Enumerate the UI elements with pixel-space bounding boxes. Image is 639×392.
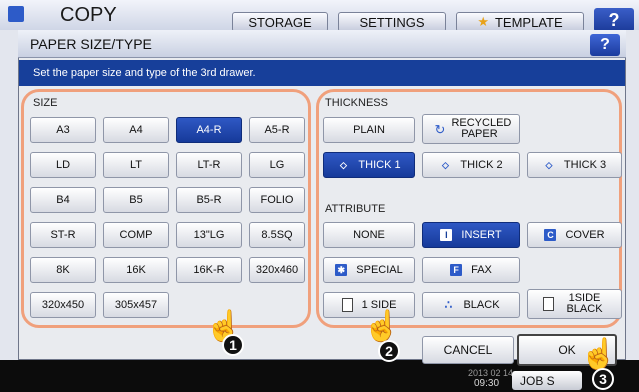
attribute-label: ATTRIBUTE [325, 203, 386, 215]
pointing-hand-icon: ☝ [580, 338, 618, 371]
size-305x457-button[interactable]: 305x457 [103, 292, 169, 318]
copy-app-icon [8, 6, 24, 22]
pointing-hand-icon: ☝ [363, 310, 401, 343]
copy-title: COPY [60, 4, 117, 26]
fax-icon: F [450, 264, 463, 276]
size-a4-button[interactable]: A4 [103, 117, 169, 143]
thick1-button[interactable]: ◇ THICK 1 [323, 152, 415, 178]
attr-special-button[interactable]: ✱ SPECIAL [323, 257, 415, 283]
thick2-button[interactable]: ◇ THICK 2 [422, 152, 520, 178]
left-edge [0, 30, 18, 360]
size-16kr-button[interactable]: 16K-R [176, 257, 242, 283]
size-13lg-button[interactable]: 13"LG [176, 222, 242, 248]
size-folio-button[interactable]: FOLIO [249, 187, 305, 213]
star-icon: ★ [477, 14, 489, 29]
clock-date: 2013 02 14 [468, 368, 514, 378]
clock-time: 09:30 [474, 378, 500, 389]
size-label: SIZE [33, 97, 58, 109]
size-b4-button[interactable]: B4 [30, 187, 96, 213]
attr-none-button[interactable]: NONE [323, 222, 415, 248]
step-1-badge: 1 [222, 334, 244, 356]
thick3-label: THICK 3 [563, 158, 607, 171]
tab-template[interactable]: ★ TEMPLATE [456, 12, 584, 32]
thickness-label: THICKNESS [325, 97, 388, 109]
recycled-paper-button[interactable]: ↻ RECYCLED PAPER [422, 114, 520, 144]
size-lg-button[interactable]: LG [249, 152, 305, 178]
size-85sq-button[interactable]: 8.5SQ [249, 222, 305, 248]
size-a4r-button[interactable]: A4-R [176, 117, 242, 143]
dialog-title: PAPER SIZE/TYPE [30, 36, 152, 52]
size-a3-button[interactable]: A3 [30, 117, 96, 143]
thick1-label: THICK 1 [358, 158, 401, 171]
attr-insert-label: INSERT [461, 228, 502, 241]
tab-template-label: TEMPLATE [494, 14, 563, 30]
size-str-button[interactable]: ST-R [30, 222, 96, 248]
cancel-button[interactable]: CANCEL [422, 336, 514, 364]
size-320x450-button[interactable]: 320x450 [30, 292, 96, 318]
step-3-badge: 3 [592, 368, 614, 390]
attr-special-label: SPECIAL [356, 263, 403, 276]
size-8k-button[interactable]: 8K [30, 257, 96, 283]
size-b5r-button[interactable]: B5-R [176, 187, 242, 213]
paper-stack-icon: ◇ [339, 159, 347, 170]
cover-icon: C [544, 229, 557, 241]
attr-1side-label: 1 SIDE [361, 298, 397, 311]
attr-black-label: BLACK [463, 298, 500, 311]
toner-dots-icon: ∴ [444, 297, 453, 312]
paper-stack-icon: ◇ [545, 159, 553, 170]
tab-settings[interactable]: SETTINGS [338, 12, 446, 32]
size-ld-button[interactable]: LD [30, 152, 96, 178]
attr-fax-label: FAX [471, 263, 492, 276]
bg-help-button[interactable]: ? [594, 8, 634, 32]
paper-stack-icon: ◇ [441, 159, 449, 170]
thick2-label: THICK 2 [460, 158, 503, 171]
size-320x460-button[interactable]: 320x460 [249, 257, 305, 283]
size-ltr-button[interactable]: LT-R [176, 152, 242, 178]
recycle-icon: ↻ [434, 121, 446, 137]
size-lt-button[interactable]: LT [103, 152, 169, 178]
single-side-icon [341, 298, 353, 312]
job-status-button[interactable]: JOB S [512, 371, 582, 390]
attr-fax-button[interactable]: F FAX [422, 257, 520, 283]
attr-insert-button[interactable]: I INSERT [422, 222, 520, 248]
dialog-help-button[interactable]: ? [590, 34, 620, 56]
single-side-black-icon [542, 297, 554, 311]
attr-cover-label: COVER [565, 228, 605, 241]
plain-button[interactable]: PLAIN [323, 117, 415, 143]
attr-1side-black-button[interactable]: 1SIDE BLACK [527, 289, 622, 319]
attr-cover-button[interactable]: C COVER [527, 222, 622, 248]
insert-icon: I [440, 229, 453, 241]
size-a5r-button[interactable]: A5-R [249, 117, 305, 143]
recycled-paper-label: RECYCLED PAPER [451, 117, 512, 140]
size-16k-button[interactable]: 16K [103, 257, 169, 283]
right-edge [626, 30, 639, 360]
size-b5-button[interactable]: B5 [103, 187, 169, 213]
instruction-text: Set the paper size and type of the 3rd d… [19, 60, 625, 86]
step-2-badge: 2 [378, 340, 400, 362]
thick3-button[interactable]: ◇ THICK 3 [527, 152, 622, 178]
tab-storage[interactable]: STORAGE [232, 12, 328, 32]
size-comp-button[interactable]: COMP [103, 222, 169, 248]
attr-1side-black-label: 1SIDE BLACK [566, 292, 603, 315]
attr-black-button[interactable]: ∴ BLACK [422, 292, 520, 318]
special-icon: ✱ [335, 264, 348, 276]
